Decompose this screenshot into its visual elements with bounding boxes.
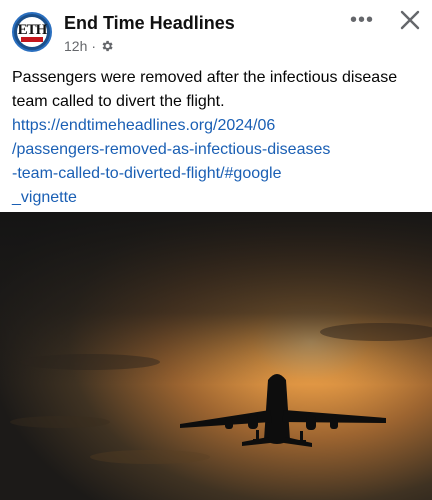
post-link-line[interactable]: https://endtimeheadlines.org/2024/06 <box>12 114 422 138</box>
more-options-icon[interactable]: ••• <box>349 10 375 30</box>
gear-icon[interactable] <box>100 39 114 53</box>
meta-separator: · <box>91 38 97 54</box>
post-link-line[interactable]: -team-called-to-diverted-flight/#google <box>12 162 422 186</box>
post-text: Passengers were removed after the infect… <box>12 69 398 110</box>
avatar-logo-band <box>21 37 43 42</box>
post-link[interactable]: https://endtimeheadlines.org/2024/06 /pa… <box>12 114 422 210</box>
page-avatar[interactable]: ETH <box>12 12 52 52</box>
page-name[interactable]: End Time Headlines <box>64 13 235 34</box>
airplane-sunset-photo[interactable] <box>0 212 432 500</box>
post-meta: 12h · <box>64 38 114 54</box>
post-time[interactable]: 12h <box>64 38 87 54</box>
post-link-line[interactable]: /passengers-removed-as-infectious-diseas… <box>12 138 422 162</box>
post-header: ETH End Time Headlines 12h · ••• <box>0 0 432 62</box>
close-icon[interactable] <box>398 8 422 32</box>
post-link-line[interactable]: _vignette <box>12 186 422 210</box>
avatar-logo: ETH <box>17 17 47 47</box>
